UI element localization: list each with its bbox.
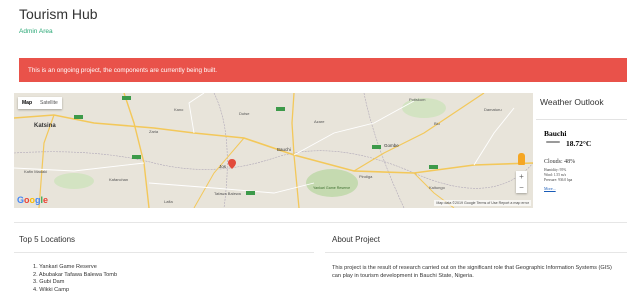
weather-city: Bauchi xyxy=(544,129,567,138)
map-view[interactable]: Katsina Zaria Bauchi Gombe Jos Kafanchan… xyxy=(14,93,533,208)
about-project-divider xyxy=(325,252,627,253)
map-label-potiskum: Potiskum xyxy=(409,97,426,102)
map-label-kano: Kano xyxy=(174,107,184,112)
map-label-pindiga: Pindiga xyxy=(359,174,373,179)
map-label-bauchi: Bauchi xyxy=(277,147,291,152)
top-locations-divider xyxy=(14,252,314,253)
section-divider xyxy=(14,222,627,223)
map-type-satellite-button[interactable]: Satellite xyxy=(36,97,62,109)
map-label-zaria: Zaria xyxy=(149,129,159,134)
map-label-jos: Jos xyxy=(219,164,227,169)
top-locations-title: Top 5 Locations xyxy=(19,235,76,244)
map-label-yankari: Yankari Game Reserve xyxy=(313,186,350,190)
weather-humidity: Humidity: 95% xyxy=(544,168,567,172)
app-title: Tourism Hub xyxy=(19,6,98,22)
location-item[interactable]: 3. Gubi Dam xyxy=(33,279,117,287)
street-view-pegman-icon[interactable] xyxy=(518,153,525,165)
zoom-out-button[interactable]: − xyxy=(516,182,527,193)
location-item[interactable]: 1. Yankari Game Reserve xyxy=(33,264,117,272)
weather-temperature: 18.72°C xyxy=(566,139,592,148)
map-type-control[interactable]: Map Satellite xyxy=(18,97,62,109)
map-label-tafawa-balewa: Tafawa Balewa xyxy=(214,191,242,196)
map-label-kafin-madaki: Kafin Madaki xyxy=(24,169,47,174)
about-project-text: This project is the result of research c… xyxy=(332,265,612,279)
about-project-title: About Project xyxy=(332,235,381,244)
map-label-azare: Azare xyxy=(314,119,325,124)
map-canvas: Katsina Zaria Bauchi Gombe Jos Kafanchan… xyxy=(14,93,533,208)
location-item[interactable]: 4. Wikki Camp xyxy=(33,287,117,295)
zoom-control[interactable]: + − xyxy=(516,171,527,193)
map-label-biu: Biu xyxy=(434,121,440,126)
map-label-kafanchan: Kafanchan xyxy=(109,177,128,182)
project-status-alert: This is an ongoing project, the componen… xyxy=(19,58,627,82)
location-item[interactable]: 2. Abubakar Tafawa Balewa Tomb xyxy=(33,272,117,280)
map-label-katsina: Katsina xyxy=(34,123,56,129)
map-label-kaltungo: Kaltungo xyxy=(429,185,446,190)
map-label-damaturu: Damaturu xyxy=(484,107,502,112)
map-attribution[interactable]: Map data ©2019 Google Terms of Use Repor… xyxy=(434,200,531,206)
weather-clouds: Clouds: 48% xyxy=(544,159,576,165)
weather-wind: Wind: 1.55 m/s xyxy=(544,173,567,177)
weather-panel-title: Weather Outlook xyxy=(540,97,604,107)
map-type-map-button[interactable]: Map xyxy=(18,97,36,109)
map-label-lafia: Lafia xyxy=(164,199,173,204)
map-label-dutse: Dutse xyxy=(239,111,250,116)
top-locations-list: 1. Yankari Game Reserve 2. Abubakar Tafa… xyxy=(33,264,117,294)
weather-divider xyxy=(536,119,627,120)
google-logo: Google xyxy=(17,195,49,205)
weather-more-link[interactable]: More... xyxy=(544,186,556,191)
zoom-in-button[interactable]: + xyxy=(516,171,527,182)
map-label-gombe: Gombe xyxy=(384,143,399,148)
weather-pressure: Pressure: 936.0 hpa xyxy=(544,178,573,182)
cloud-icon xyxy=(546,141,560,143)
admin-area-link[interactable]: Admin Area xyxy=(19,28,53,35)
